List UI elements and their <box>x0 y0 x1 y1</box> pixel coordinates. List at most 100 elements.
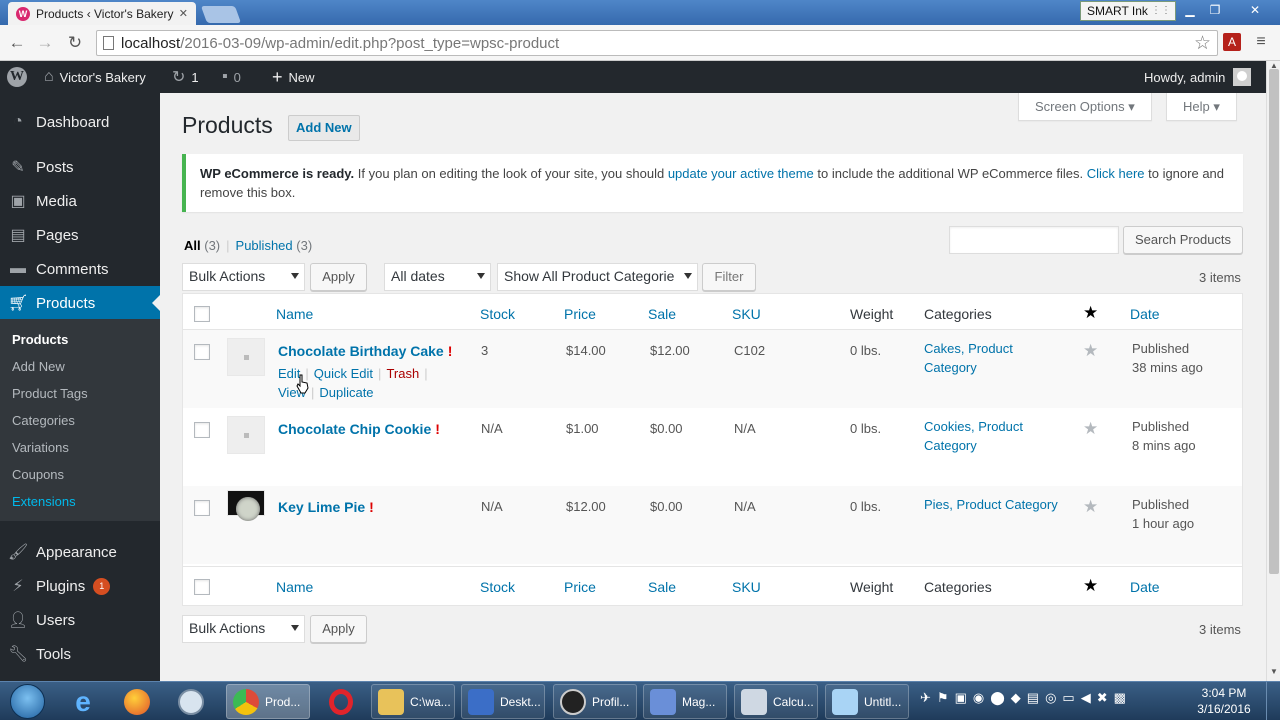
column-footer-sale[interactable]: Sale <box>648 579 676 595</box>
column-header-name[interactable]: Name <box>276 306 313 322</box>
select-all-checkbox[interactable] <box>194 306 210 322</box>
forward-icon[interactable]: → <box>34 33 56 53</box>
help-button[interactable]: Help ▾ <box>1166 93 1237 121</box>
screen-options-button[interactable]: Screen Options ▾ <box>1018 93 1152 121</box>
flag-icon[interactable]: ⚑ <box>937 690 955 705</box>
taskbar-button-obs[interactable]: Profil... <box>553 684 637 719</box>
sidebar-item-comments[interactable]: ▬ Comments <box>0 252 160 286</box>
submenu-item-categories[interactable]: Categories <box>12 413 75 428</box>
taskbar-button-desktop[interactable]: Deskt... <box>461 684 545 719</box>
sidebar-item-plugins[interactable]: ⚡︎ Plugins 1 <box>0 569 160 603</box>
featured-star-icon[interactable]: ★ <box>1083 497 1098 517</box>
show-desktop-button[interactable] <box>1266 682 1280 720</box>
taskbar-button-calculator[interactable]: Calcu... <box>734 684 818 719</box>
column-footer-date[interactable]: Date <box>1130 579 1160 595</box>
category-link[interactable]: Product Category <box>957 497 1058 512</box>
sidebar-item-users[interactable]: 👤︎ Users <box>0 603 160 637</box>
tray-app-icon[interactable]: ◉ <box>973 690 990 705</box>
submenu-item-products[interactable]: Products <box>12 332 68 347</box>
submenu-item-add-new[interactable]: Add New <box>12 359 65 374</box>
pdf-icon[interactable]: A <box>1223 33 1241 51</box>
apply-button[interactable]: Apply <box>310 263 367 291</box>
sidebar-item-dashboard[interactable]: ◔ Dashboard <box>0 105 160 139</box>
column-footer-sku[interactable]: SKU <box>732 579 761 595</box>
sidebar-item-pages[interactable]: ▤ Pages <box>0 218 160 252</box>
firefox-pinned-icon[interactable] <box>112 684 162 719</box>
volume-icon[interactable]: ◀ <box>1081 690 1097 705</box>
site-name-link[interactable]: ⌂ Victor's Bakery <box>44 61 146 93</box>
row-checkbox[interactable] <box>194 344 210 360</box>
sidebar-item-products[interactable]: 🛒︎ Products <box>0 286 160 320</box>
tray-app-icon[interactable]: ◎ <box>1045 690 1062 705</box>
product-name-link[interactable]: Key Lime Pie! <box>278 499 374 515</box>
submenu-item-coupons[interactable]: Coupons <box>12 467 64 482</box>
new-content-link[interactable]: + New <box>272 61 315 93</box>
browser-tab[interactable]: W Products ‹ Victor's Bakery ✕ <box>8 2 196 25</box>
column-header-sku[interactable]: SKU <box>732 306 761 322</box>
taskbar-button-notepad[interactable]: Untitl... <box>825 684 909 719</box>
tray-app-icon[interactable]: ▭ <box>1062 690 1080 705</box>
opera-pinned-icon[interactable] <box>316 684 366 719</box>
minimize-icon[interactable]: ▁ <box>1180 2 1200 18</box>
filter-all[interactable]: All <box>184 238 201 253</box>
column-header-stock[interactable]: Stock <box>480 306 515 322</box>
restore-icon[interactable]: ❐ <box>1205 2 1225 18</box>
scroll-down-icon[interactable]: ▼ <box>1270 667 1278 676</box>
click-here-link[interactable]: Click here <box>1087 166 1145 181</box>
category-link[interactable]: Pies <box>924 497 949 512</box>
duplicate-link[interactable]: Duplicate <box>319 385 373 400</box>
submenu-item-variations[interactable]: Variations <box>12 440 69 455</box>
start-button[interactable] <box>10 684 45 719</box>
smart-ink-toolbar[interactable]: SMART Ink ⋮⋮ <box>1080 1 1176 21</box>
page-scrollbar[interactable]: ▲ ▼ <box>1266 61 1280 681</box>
column-footer-name[interactable]: Name <box>276 579 313 595</box>
apply-button-bottom[interactable]: Apply <box>310 615 367 643</box>
column-header-date[interactable]: Date <box>1130 306 1160 322</box>
featured-star-icon[interactable]: ★ <box>1083 341 1098 361</box>
sidebar-item-posts[interactable]: ✎ Posts <box>0 150 160 184</box>
submenu-item-product-tags[interactable]: Product Tags <box>12 386 88 401</box>
category-link[interactable]: Cakes <box>924 341 961 356</box>
tray-app-icon[interactable]: ⬤ <box>990 690 1011 705</box>
update-theme-link[interactable]: update your active theme <box>668 166 814 181</box>
taskbar-button-magnifier[interactable]: Mag... <box>643 684 727 719</box>
search-products-button[interactable]: Search Products <box>1123 226 1243 254</box>
trash-link[interactable]: Trash <box>386 366 419 381</box>
menu-icon[interactable]: ≡ <box>1252 33 1270 51</box>
scrollbar-thumb[interactable] <box>1269 69 1279 574</box>
featured-footer-star-icon[interactable]: ★ <box>1083 576 1098 596</box>
submenu-item-extensions[interactable]: Extensions <box>12 494 76 509</box>
category-link[interactable]: Cookies <box>924 419 971 434</box>
row-checkbox[interactable] <box>194 422 210 438</box>
search-input[interactable] <box>949 226 1119 254</box>
taskbar-button-explorer[interactable]: C:\wa... <box>371 684 455 719</box>
featured-star-icon[interactable]: ★ <box>1083 419 1098 439</box>
tray-app-icon[interactable]: ▩ <box>1114 690 1132 705</box>
sidebar-item-tools[interactable]: 🔧︎ Tools <box>0 637 160 671</box>
comments-link[interactable]: ▪ 0 <box>222 61 241 93</box>
close-tab-icon[interactable]: ✕ <box>179 7 188 20</box>
date-filter-select[interactable]: All dates <box>384 263 491 291</box>
quick-edit-link[interactable]: Quick Edit <box>314 366 373 381</box>
ie-pinned-icon[interactable]: e <box>58 684 108 719</box>
column-header-price[interactable]: Price <box>564 306 596 322</box>
select-all-checkbox-footer[interactable] <box>194 579 210 595</box>
sidebar-item-appearance[interactable]: 🖌︎ Appearance <box>0 535 160 569</box>
tray-app-icon[interactable]: ◆ <box>1011 690 1027 705</box>
grip-icon[interactable]: ⋮⋮ <box>1151 5 1171 16</box>
back-icon[interactable]: ← <box>6 33 28 53</box>
column-header-sale[interactable]: Sale <box>648 306 676 322</box>
compass-pinned-icon[interactable] <box>166 684 216 719</box>
product-name-link[interactable]: Chocolate Chip Cookie! <box>278 421 440 437</box>
network-icon[interactable]: ▣ <box>955 690 973 705</box>
tray-app-icon[interactable]: ✈ <box>920 690 937 705</box>
column-footer-stock[interactable]: Stock <box>480 579 515 595</box>
filter-button[interactable]: Filter <box>702 263 756 291</box>
tray-app-icon[interactable]: ✖ <box>1097 690 1114 705</box>
bookmark-star-icon[interactable]: ☆ <box>1194 32 1211 55</box>
clock[interactable]: 3:04 PM 3/16/2016 <box>1194 685 1254 717</box>
category-filter-select[interactable]: Show All Product Categorie <box>497 263 698 291</box>
bulk-actions-select[interactable]: Bulk Actions <box>182 263 305 291</box>
close-window-icon[interactable]: ✕ <box>1245 2 1265 18</box>
new-tab-button[interactable] <box>200 6 242 23</box>
